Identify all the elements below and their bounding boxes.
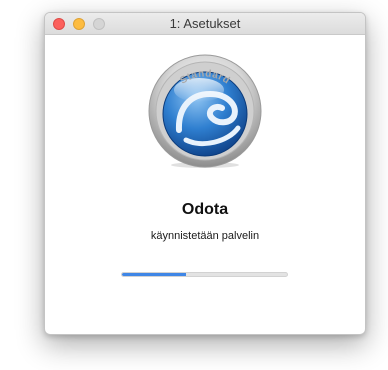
app-window: 1: Asetukset Standard Odota käynnistetää… — [44, 12, 366, 335]
status-message: käynnistetään palvelin — [150, 230, 260, 242]
progress-bar — [121, 272, 288, 277]
window-title: 1: Asetukset — [169, 16, 241, 31]
progress-bar-fill — [122, 273, 187, 276]
title-bar[interactable]: 1: Asetukset — [45, 13, 365, 35]
status-heading: Odota — [181, 201, 229, 218]
globe-badge-icon: Standard — [148, 54, 262, 168]
